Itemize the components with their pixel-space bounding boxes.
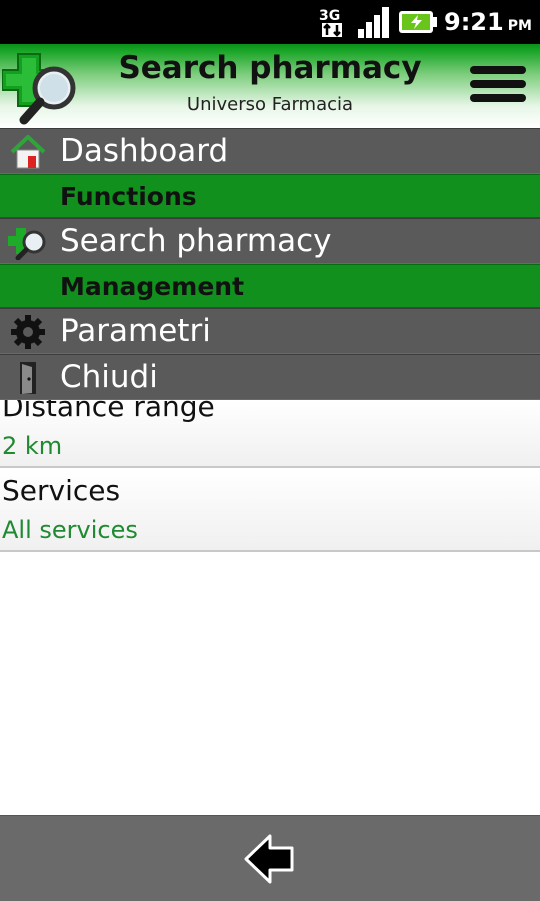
- menu-item-label: Parametri: [60, 313, 211, 349]
- menu-item-label: Search pharmacy: [60, 223, 332, 259]
- menu-item-dashboard[interactable]: Dashboard: [0, 128, 540, 174]
- setting-title: Services: [2, 474, 121, 507]
- pharmacy-search-icon: [8, 228, 46, 260]
- bottom-bar: [0, 815, 540, 901]
- setting-distance-range[interactable]: Distance range 2 km: [0, 400, 540, 468]
- svg-text:3G: 3G: [319, 8, 340, 24]
- app-subtitle: Universo Farmacia: [186, 94, 354, 115]
- status-bar: 3G 9:21 PM: [0, 0, 540, 44]
- pharmacy-cross-magnifier-icon: [2, 53, 76, 125]
- setting-value: 2 km: [2, 432, 63, 460]
- section-header-functions: Functions: [0, 174, 540, 218]
- house-icon: [10, 135, 46, 169]
- page-title: Search pharmacy: [118, 50, 422, 86]
- setting-title: Distance range: [2, 400, 215, 423]
- back-arrow-icon[interactable]: [244, 834, 296, 884]
- section-header-management: Management: [0, 264, 540, 308]
- menu-item-label: Chiudi: [60, 359, 158, 395]
- setting-value: All services: [2, 516, 138, 544]
- battery-charging-icon: [399, 11, 437, 33]
- menu-item-label: Dashboard: [60, 133, 229, 169]
- door-exit-icon: [20, 362, 36, 394]
- network-3g-icon: 3G: [316, 5, 348, 39]
- signal-strength-icon: [358, 7, 389, 38]
- menu-item-parametri[interactable]: Parametri: [0, 308, 540, 354]
- gear-icon: [11, 315, 45, 349]
- setting-services[interactable]: Services All services: [0, 468, 540, 552]
- menu-item-search-pharmacy[interactable]: Search pharmacy: [0, 218, 540, 264]
- hamburger-menu-icon[interactable]: [470, 66, 526, 108]
- navigation-menu: Dashboard Functions Search pharmacy Mana…: [0, 128, 540, 400]
- app-header: Search pharmacy Universo Farmacia: [0, 44, 540, 128]
- clock: 9:21 PM: [444, 8, 532, 36]
- menu-item-chiudi[interactable]: Chiudi: [0, 354, 540, 400]
